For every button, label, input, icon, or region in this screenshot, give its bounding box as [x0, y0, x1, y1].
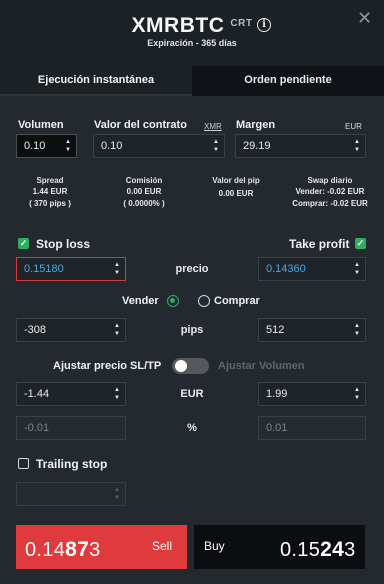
daily-swap-stat: Swap diario Vender: -0.02 EUR Comprar: -…	[292, 176, 368, 208]
margin-stepper[interactable]: ▲ ▼	[353, 138, 361, 154]
margin-unit: EUR	[345, 122, 362, 131]
take-profit-eur-stepper[interactable]: ▲ ▼	[353, 386, 361, 402]
stop-loss-eur-stepper[interactable]: ▲ ▼	[113, 386, 121, 402]
volume-label: Volumen	[18, 119, 64, 131]
margin-value: 29.19	[243, 140, 271, 152]
volume-stepper[interactable]: ▲ ▼	[64, 138, 72, 154]
take-profit-percent-input: 0.01	[258, 416, 366, 440]
stop-loss-price: 0.15180	[24, 263, 64, 275]
trailing-stop-input: ▲ ▼	[16, 482, 126, 506]
trailing-stop-stepper: ▲ ▼	[113, 486, 121, 502]
take-profit-pips: 512	[266, 324, 285, 336]
symbol-title: XMRBTC CRT	[131, 14, 253, 37]
percent-row-label: %	[187, 422, 197, 434]
stop-loss-percent: -0.01	[24, 422, 50, 434]
chevron-up-icon[interactable]: ▲	[113, 261, 121, 269]
take-profit-pips-stepper[interactable]: ▲ ▼	[353, 322, 361, 338]
trailing-stop-label: Trailing stop	[36, 457, 108, 471]
chevron-down-icon[interactable]: ▼	[113, 330, 121, 338]
take-profit-pips-input[interactable]: 512 ▲ ▼	[258, 318, 366, 342]
info-icon[interactable]: i	[257, 18, 271, 32]
take-profit-price-input[interactable]: 0.14360 ▲ ▼	[258, 257, 366, 281]
chevron-up-icon[interactable]: ▲	[64, 138, 72, 146]
buy-button-label: Buy	[204, 539, 225, 553]
trailing-stop-checkbox[interactable]	[18, 458, 29, 469]
stop-loss-checkbox[interactable]: ✓	[18, 238, 29, 249]
chevron-up-icon[interactable]: ▲	[353, 322, 361, 330]
contract-value-input[interactable]: 0.10 ▲ ▼	[93, 134, 225, 158]
take-profit-eur: 1.99	[266, 388, 288, 400]
chevron-down-icon[interactable]: ▼	[113, 394, 121, 402]
take-profit-label: Take profit	[289, 237, 350, 251]
stop-loss-eur-input[interactable]: -1.44 ▲ ▼	[16, 382, 126, 406]
stop-loss-label: Stop loss	[36, 237, 91, 251]
stop-loss-pips: -308	[24, 324, 47, 336]
stop-loss-price-input[interactable]: 0.15180 ▲ ▼	[16, 257, 126, 281]
chevron-down-icon[interactable]: ▼	[212, 146, 220, 154]
contract-value-label: Valor del contrato	[94, 119, 187, 131]
stop-loss-pips-input[interactable]: -308 ▲ ▼	[16, 318, 126, 342]
buy-price: 0.15243	[280, 538, 356, 561]
pips-row-label: pips	[180, 324, 204, 336]
contract-value: 0.10	[101, 140, 123, 152]
volume-input[interactable]: 0.10 ▲ ▼	[16, 134, 77, 158]
contract-unit-link[interactable]: XMR	[204, 122, 222, 131]
chevron-up-icon: ▲	[114, 487, 120, 493]
chevron-down-icon: ▼	[114, 495, 120, 501]
take-profit-checkbox[interactable]: ✓	[355, 238, 366, 249]
chevron-up-icon[interactable]: ▲	[113, 386, 121, 394]
stop-loss-price-stepper[interactable]: ▲ ▼	[113, 261, 121, 277]
tab-instant-execution[interactable]: Ejecución instantánea	[0, 66, 192, 96]
adjust-sltp-label: Ajustar precio SL/TP	[53, 360, 162, 372]
chevron-down-icon[interactable]: ▼	[353, 146, 361, 154]
check-icon: ✓	[19, 238, 28, 248]
chevron-up-icon[interactable]: ▲	[113, 322, 121, 330]
sell-direction-radio[interactable]	[167, 295, 179, 307]
chevron-down-icon[interactable]: ▼	[64, 146, 72, 154]
sell-direction-label: Vender	[122, 295, 159, 307]
adjust-mode-toggle[interactable]	[172, 358, 209, 374]
chevron-down-icon[interactable]: ▼	[353, 269, 361, 277]
buy-button[interactable]: Buy 0.15243	[194, 525, 365, 569]
close-icon[interactable]: ✕	[357, 8, 372, 29]
chevron-down-icon[interactable]: ▼	[353, 394, 361, 402]
symbol-badge: CRT	[230, 18, 253, 29]
chevron-up-icon[interactable]: ▲	[353, 261, 361, 269]
margin-input[interactable]: 29.19 ▲ ▼	[235, 134, 366, 158]
adjust-volume-label: Ajustar Volumen	[218, 360, 305, 372]
commission-stat: Comisión 0.00 EUR ( 0.0000% )	[123, 176, 165, 208]
chevron-down-icon[interactable]: ▼	[353, 330, 361, 338]
margin-label: Margen	[236, 119, 276, 131]
chevron-up-icon[interactable]: ▲	[353, 138, 361, 146]
eur-row-label: EUR	[180, 388, 204, 400]
stop-loss-pips-stepper[interactable]: ▲ ▼	[113, 322, 121, 338]
take-profit-price: 0.14360	[266, 263, 306, 275]
buy-direction-radio[interactable]	[198, 295, 210, 307]
stop-loss-percent-input: -0.01	[16, 416, 126, 440]
take-profit-price-stepper[interactable]: ▲ ▼	[353, 261, 361, 277]
stop-loss-eur: -1.44	[24, 388, 50, 400]
chevron-up-icon[interactable]: ▲	[212, 138, 220, 146]
contract-stepper[interactable]: ▲ ▼	[212, 138, 220, 154]
spread-stat: Spread 1.44 EUR ( 370 pips )	[29, 176, 71, 208]
volume-value: 0.10	[24, 140, 46, 152]
tab-pending-order[interactable]: Orden pendiente	[192, 66, 384, 96]
sell-button-label: Sell	[152, 539, 173, 553]
expiry-text: Expiración - 365 días	[147, 38, 237, 48]
sell-button[interactable]: 0.14873 Sell	[16, 525, 187, 569]
pip-value-stat: Valor del pip 0.00 EUR	[212, 176, 260, 198]
buy-direction-label: Comprar	[214, 295, 260, 307]
take-profit-eur-input[interactable]: 1.99 ▲ ▼	[258, 382, 366, 406]
chevron-up-icon[interactable]: ▲	[353, 386, 361, 394]
take-profit-percent: 0.01	[266, 422, 288, 434]
chevron-down-icon[interactable]: ▼	[113, 269, 121, 277]
sell-price: 0.14873	[25, 538, 101, 561]
check-icon: ✓	[356, 238, 365, 248]
toggle-knob	[175, 360, 187, 372]
price-row-label: precio	[175, 263, 209, 275]
